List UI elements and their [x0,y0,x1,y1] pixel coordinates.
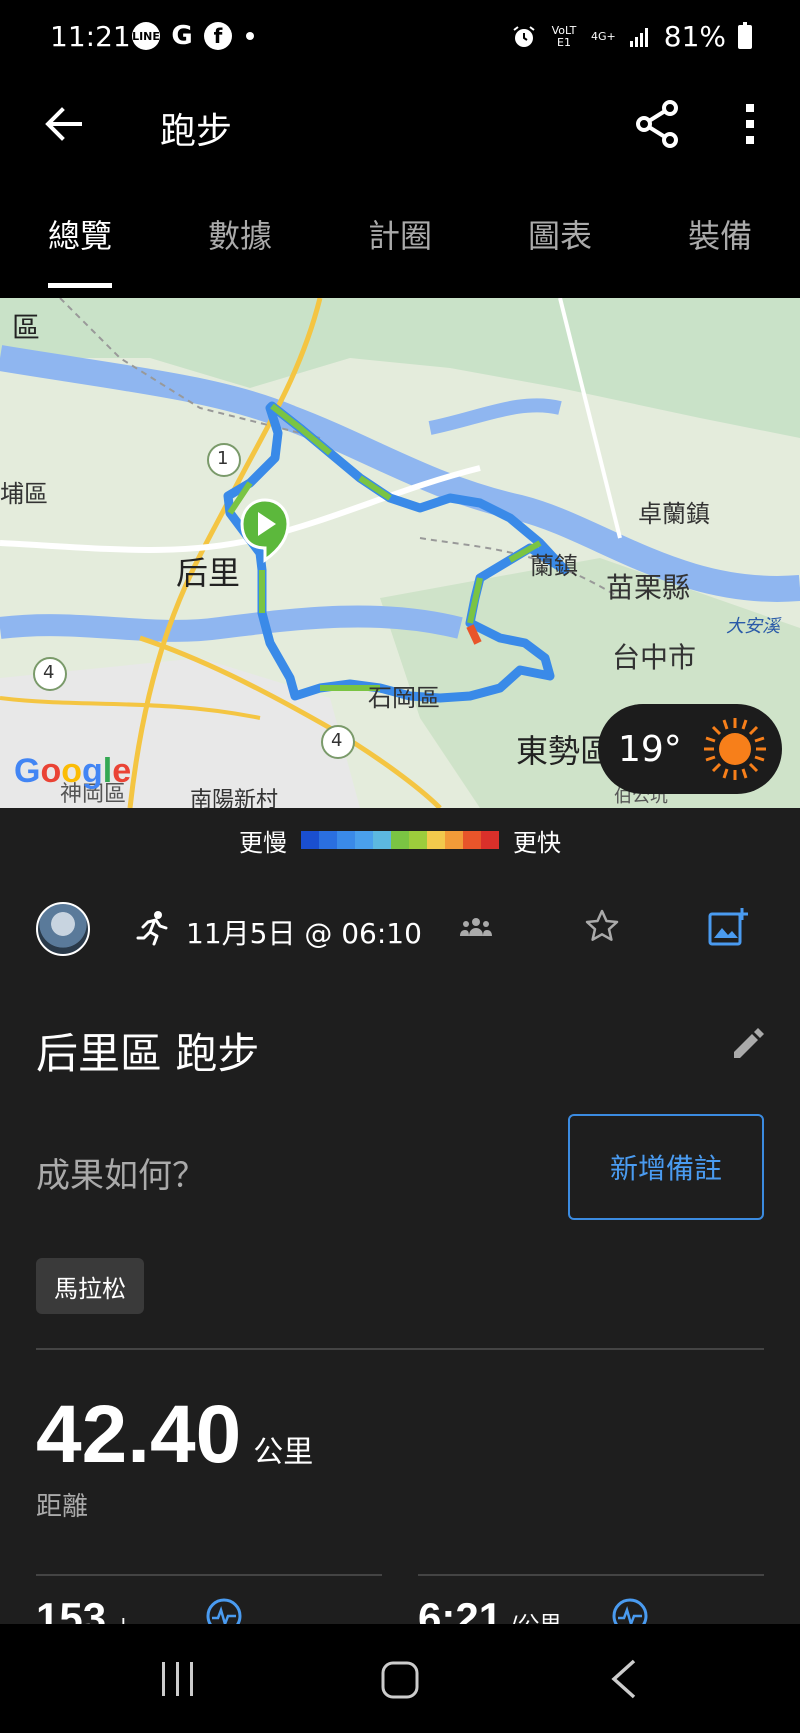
app-bar: 跑步 [0,76,800,176]
battery-icon [738,21,752,49]
add-note-button[interactable]: 新增備註 [568,1114,764,1220]
stat-right-unit: /公里 [510,1607,561,1624]
system-nav-bar [0,1624,800,1733]
add-photo-icon[interactable] [708,906,748,946]
pace-legend: 更慢 更快 [0,808,800,872]
route-map[interactable]: 1 4 4 后里 卓蘭鎮 蘭鎮 苗栗縣 台中市 大安溪 石岡區 東勢區 南陽新村… [0,298,800,808]
stat-divider-left [36,1574,382,1576]
stat-left: 153 + [36,1594,133,1624]
pulse-icon[interactable] [612,1598,648,1624]
weather-badge: 19° [598,704,782,794]
pace-color-bar [301,831,499,849]
activity-meta-row: 11月5日 @ 06:10 [36,902,766,968]
pace-color-swatch [463,831,481,849]
pace-color-swatch [391,831,409,849]
map-label-route-4a: 4 [43,662,55,683]
map-label-lan-town: 蘭鎮 [530,552,578,580]
pace-color-swatch [445,831,463,849]
share-icon[interactable] [632,98,684,150]
distance-unit: 公里 [253,1435,314,1470]
tab-gear[interactable]: 裝備 [688,176,752,292]
notification-icons: LINE G f [132,21,254,51]
pace-color-swatch [427,831,445,849]
pace-color-swatch [409,831,427,849]
network-type: 4G+ [591,29,616,43]
tab-overview[interactable]: 總覽 [48,176,113,292]
pace-color-swatch [319,831,337,849]
map-label-route-4b: 4 [331,730,343,751]
facebook-app-icon: f [204,22,232,50]
avatar[interactable] [36,902,90,956]
status-time: 11:21 [50,20,131,53]
pace-color-swatch [337,831,355,849]
map-label-daan: 大安溪 [726,616,780,637]
activity-details: 11月5日 @ 06:10 后里區 跑步 成果如何？ 新增備註 馬拉松 42.4… [0,872,800,1624]
google-logo: Google [14,752,132,790]
home-icon[interactable] [380,1660,420,1700]
legend-faster-label: 更快 [513,828,561,857]
pulse-icon[interactable] [206,1598,242,1624]
map-label-shigang: 石岡區 [368,684,440,712]
sun-icon [704,718,766,780]
alarm-icon [513,25,535,47]
pace-color-swatch [373,831,391,849]
tab-laps[interactable]: 計圈 [368,176,432,292]
activity-title: 后里區 跑步 [36,1029,260,1078]
feedback-prompt: 成果如何？ [36,1156,206,1196]
map-label-left-district-2: 埔區 [0,480,48,508]
google-app-icon: G [171,21,193,51]
status-right: VoLTE1 4G+ 81% [511,20,752,53]
tab-bar: 總覽 數據 計圈 圖表 裝備 [0,176,800,292]
map-label-miaoli: 苗栗縣 [606,571,691,604]
map-label-nanyang: 南陽新村 [190,788,279,808]
back-arrow-icon[interactable] [40,100,88,148]
stat-right: 6:21 /公里 [418,1594,561,1624]
section-divider [36,1348,764,1350]
stat-divider-right [418,1574,764,1576]
running-icon [136,911,168,946]
activity-tag[interactable]: 馬拉松 [36,1258,144,1314]
map-label-taichung: 台中市 [612,641,697,674]
status-bar: 11:21 LINE G f VoLTE1 4G+ 81% [0,0,800,76]
legend-slower-label: 更慢 [239,828,287,857]
distance-stat: 42.40 公里 [36,1388,313,1482]
more-vert-icon[interactable] [730,98,770,150]
stat-right-value: 6:21 [418,1594,503,1624]
distance-value: 42.40 [36,1389,242,1480]
weather-temperature: 19° [618,728,682,770]
map-label-zhuolan: 卓蘭鎮 [638,500,710,528]
recent-apps-icon[interactable] [158,1660,198,1698]
stat-left-value: 153 [36,1594,107,1624]
tab-data[interactable]: 數據 [208,176,272,292]
pace-color-swatch [301,831,319,849]
battery-percent: 81% [663,20,726,53]
map-label-houli: 后里 [176,554,241,592]
nav-back-icon[interactable] [608,1658,640,1700]
activity-date: 11月5日 @ 06:10 [186,917,422,950]
edit-pencil-icon[interactable] [728,1026,764,1062]
distance-label: 距離 [36,1492,89,1522]
volte-indicator: VoLTE1 [551,23,577,49]
pace-color-swatch [481,831,499,849]
more-notifications-dot [246,32,254,40]
stat-left-unit: + [114,1613,132,1624]
signal-icon [629,27,648,47]
map-label-left-district-1: 區 [12,311,41,344]
page-title: 跑步 [160,111,233,152]
pace-color-swatch [355,831,373,849]
star-icon[interactable] [584,908,620,944]
line-app-icon: LINE [132,22,160,50]
map-label-route-1: 1 [217,448,229,469]
tab-charts[interactable]: 圖表 [528,176,592,292]
group-icon[interactable] [460,914,492,942]
